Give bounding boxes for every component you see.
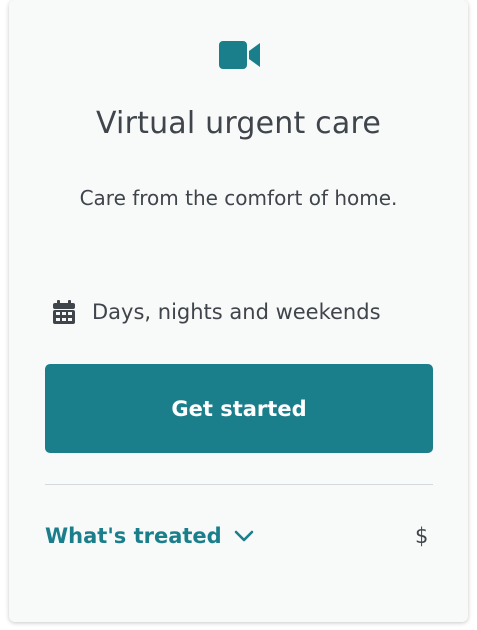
calendar-icon xyxy=(53,300,75,324)
chevron-down-icon xyxy=(234,530,253,542)
card-title: Virtual urgent care xyxy=(95,106,381,141)
card-subtitle: Care from the comfort of home. xyxy=(79,186,398,210)
divider xyxy=(45,484,433,485)
whats-treated-label: What's treated xyxy=(45,524,222,548)
cost-indicator: $ xyxy=(415,524,429,548)
availability-text: Days, nights and weekends xyxy=(92,300,381,324)
whats-treated-toggle[interactable]: What's treated xyxy=(45,518,254,554)
video-camera-icon xyxy=(219,41,260,69)
virtual-urgent-care-card: Virtual urgent care Care from the comfor… xyxy=(9,0,468,622)
get-started-button[interactable]: Get started xyxy=(45,364,433,453)
availability-row: Days, nights and weekends xyxy=(53,296,381,328)
